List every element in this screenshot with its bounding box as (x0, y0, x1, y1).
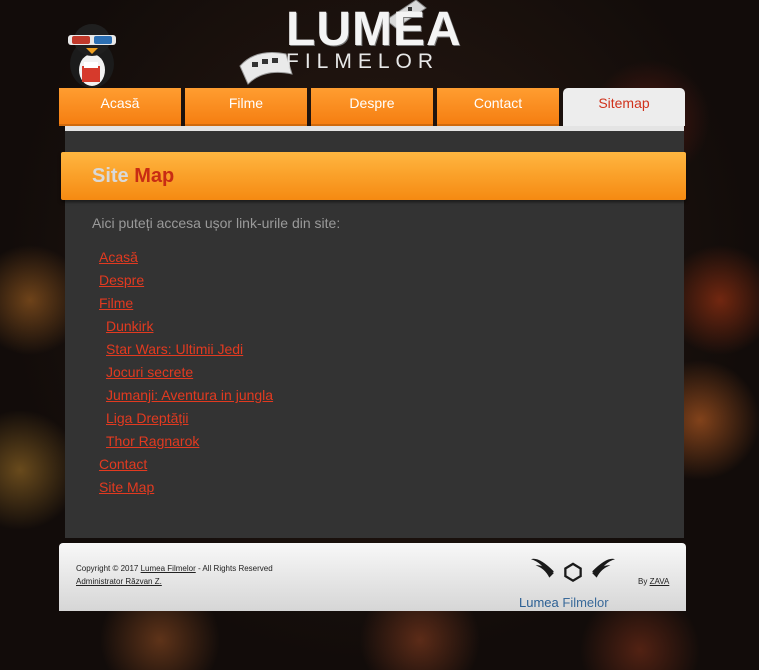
sitemap-link-site-map[interactable]: Site Map (99, 479, 154, 495)
logo-subtitle: FILMELOR (286, 50, 440, 73)
page-title: Site Map (92, 165, 174, 188)
nav-tab-sitemap[interactable]: Sitemap (563, 88, 685, 126)
credit-link[interactable]: ZAVA (650, 577, 670, 586)
nav-tab-contact[interactable]: Contact (437, 88, 559, 126)
page-title-bar: Site Map (61, 152, 686, 200)
main-nav: Acasă Filme Despre Contact Sitemap (59, 88, 686, 126)
sitemap-link-jumanji[interactable]: Jumanji: Aventura in jungla (106, 387, 273, 403)
logo-title: LUMEA (286, 3, 462, 56)
sitemap-link-thor-ragnarok[interactable]: Thor Ragnarok (106, 433, 199, 449)
admin-link[interactable]: Administrator Răzvan Z. (76, 577, 162, 586)
site-footer: Copyright © 2017 Lumea Filmelor - All Ri… (59, 543, 686, 611)
penguin-mascot-icon (68, 24, 116, 88)
sitemap-link-dunkirk[interactable]: Dunkirk (106, 318, 153, 334)
sitemap-link-despre[interactable]: Despre (99, 272, 144, 288)
page-title-site: Site (92, 165, 129, 187)
footer-logo-text: Lumea Filmelor (519, 595, 609, 610)
sitemap-link-filme[interactable]: Filme (99, 295, 133, 311)
nav-tab-acasa[interactable]: Acasă (59, 88, 181, 126)
copyright-link[interactable]: Lumea Filmelor (141, 564, 196, 573)
credit-text: By ZAVA (638, 577, 670, 586)
sitemap-link-liga-dreptatii[interactable]: Liga Dreptății (106, 410, 189, 426)
copyright-text: Copyright © 2017 Lumea Filmelor - All Ri… (76, 564, 273, 573)
nav-tab-filme[interactable]: Filme (185, 88, 307, 126)
site-logo[interactable]: LUMEA FILMELOR (236, 0, 476, 86)
footer-logo: Lumea Filmelor (519, 553, 629, 611)
nav-tab-despre[interactable]: Despre (311, 88, 433, 126)
sitemap-link-star-wars[interactable]: Star Wars: Ultimii Jedi (106, 341, 243, 357)
sitemap-intro: Aici puteți accesa ușor link-urile din s… (92, 215, 341, 231)
sitemap-link-contact[interactable]: Contact (99, 456, 147, 472)
wings-emblem-icon (531, 558, 615, 583)
site-header: LUMEA FILMELOR (0, 0, 759, 88)
sitemap-link-jocuri-secrete[interactable]: Jocuri secrete (106, 364, 193, 380)
page-title-map: Map (134, 165, 175, 187)
sitemap-link-acasa[interactable]: Acasă (99, 249, 138, 265)
